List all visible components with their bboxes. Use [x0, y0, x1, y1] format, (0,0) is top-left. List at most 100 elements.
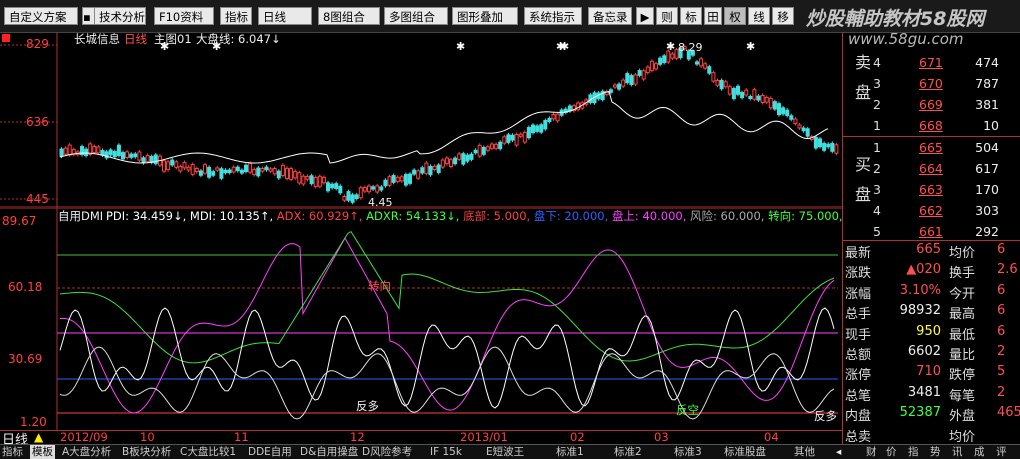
candle [641, 70, 646, 80]
date-label: 2012/09 [60, 430, 108, 444]
toolbar-button-period[interactable]: 日线 [258, 7, 312, 25]
tab-other[interactable]: 其他 [794, 445, 815, 459]
side-tab-news[interactable]: 讯 [952, 445, 963, 459]
sell-row-2[interactable]: 2 669 381 [843, 94, 1020, 116]
tab-if[interactable]: IF 15k [430, 445, 462, 459]
tab-a[interactable]: A大盘分析 [62, 445, 111, 459]
candle [420, 167, 425, 174]
tab-dde[interactable]: DDE自用 [248, 445, 292, 459]
toolbar-button-yi[interactable]: 移 [772, 7, 794, 25]
tab-c[interactable]: C大盘比较1 [180, 445, 236, 459]
candle [239, 169, 244, 174]
candle [166, 161, 171, 171]
star-marker-icon: ✱ [560, 40, 569, 53]
sell-row-1[interactable]: 1 668 10 [843, 115, 1020, 137]
star-marker-icon: ✱ [666, 40, 675, 53]
side-tab-trend[interactable]: 势 [930, 445, 941, 459]
candle [768, 97, 773, 109]
tab-template[interactable]: 模板 [30, 445, 55, 459]
sell-orders: 卖盘 4 671 474 3 670 787 2 669 381 1 668 10 [843, 32, 1020, 137]
tab-d-risk[interactable]: D风险参考 [362, 445, 412, 459]
candle [141, 157, 146, 164]
tab-std-stock[interactable]: 标准股盘 [724, 445, 766, 459]
ind-y-label-2: 60.18 [8, 280, 43, 294]
price-chart-panel[interactable]: ✱ ✱ ✱ ✱ ✱ ✱ ✱ 829 636 445 长城信息 日线 主图01 大盘线: 6.… [0, 32, 842, 209]
sell-row-4[interactable]: 4 671 474 [843, 52, 1020, 74]
tab-std2[interactable]: 标准2 [614, 445, 642, 459]
candle [198, 170, 203, 176]
candle [711, 72, 716, 82]
sell-row-3[interactable]: 3 670 787 [843, 73, 1020, 95]
tab-b[interactable]: B板块分析 [122, 445, 171, 459]
toolbar-button-custom-scheme[interactable]: 自定义方案 [4, 7, 78, 25]
buy-row-3[interactable]: 3 663 170 [843, 179, 1020, 201]
candle [133, 153, 138, 158]
date-axis: 日线 ▲ 2012/09 10 11 12 2013/01 02 03 04 [0, 430, 842, 448]
candle [289, 168, 294, 180]
candle [613, 84, 617, 88]
play-icon[interactable]: ▶ [636, 7, 654, 25]
date-label: 04 [764, 430, 779, 444]
grid-icon[interactable]: 田 [704, 7, 722, 25]
candle [834, 144, 839, 154]
candle [375, 185, 380, 193]
toolbar-button-indicator[interactable]: 指标 [220, 7, 252, 25]
candle [260, 168, 265, 172]
toolbar-button-ze[interactable]: 则 [656, 7, 678, 25]
scroll-left-icon[interactable]: ◂ [836, 445, 841, 459]
indicator-panel[interactable]: 自用DMI PDI: 34.459↓, MDI: 10.135↑, ADX: 6… [0, 208, 843, 430]
candlestick-chart[interactable]: ✱ ✱ ✱ ✱✱ ✱ ✱ [0, 32, 842, 208]
candle [662, 55, 667, 64]
toolbar-button-quan[interactable]: 权 [724, 7, 746, 25]
candle [395, 176, 400, 182]
stock-name: 长城信息 [74, 32, 120, 46]
toolbar-button-f10[interactable]: F10资料 [154, 7, 214, 25]
candle [752, 89, 757, 100]
toolbar-button-system-indicator[interactable]: 系统指示 [524, 7, 582, 25]
price-y-label-mid: 636 [26, 115, 49, 129]
candle [383, 179, 388, 187]
candle [813, 136, 818, 149]
toolbar-button-multi-chart[interactable]: 多图组合 [384, 7, 448, 25]
candle [362, 187, 367, 192]
toolbar-button-overlay[interactable]: 图形叠加 [452, 7, 518, 25]
toolbar-button-8-chart[interactable]: 8图组合 [318, 7, 380, 25]
candle [715, 80, 720, 86]
candle [330, 183, 335, 189]
buy-row-2[interactable]: 2 664 617 [843, 158, 1020, 180]
side-tab-review[interactable]: 评 [996, 445, 1007, 459]
side-tab-finance[interactable]: 财 [866, 445, 877, 459]
side-tab-price[interactable]: 价 [886, 445, 897, 459]
stat-row: 总笔 3481 每笔 2 [845, 384, 1006, 404]
tab-indicator[interactable]: 指标 [2, 445, 23, 459]
candle [252, 169, 257, 176]
tab-d-op[interactable]: D&自用操盘 [300, 445, 358, 459]
side-tab-index[interactable]: 指 [908, 445, 919, 459]
tab-std1[interactable]: 标准1 [556, 445, 584, 459]
indicator-param: 盘上: 40.000, [611, 209, 691, 223]
buy-row-4[interactable]: 4 662 303 [843, 200, 1020, 222]
indicator-params: PDI: 34.459↓, MDI: 10.135↑, ADX: 60.929↑… [106, 208, 843, 224]
side-tab-volume[interactable]: 成 [974, 445, 985, 459]
toolbar-button-xian[interactable]: 线 [748, 7, 770, 25]
buy-row-1[interactable]: 1 665 504 [843, 137, 1020, 159]
candle [805, 128, 810, 137]
tab-e[interactable]: E短波王 [486, 445, 524, 459]
candle [293, 170, 298, 179]
dmi-chart[interactable] [0, 208, 842, 430]
candle [731, 88, 736, 100]
tab-std3[interactable]: 标准3 [674, 445, 702, 459]
quote-panel: 卖盘 4 671 474 3 670 787 2 669 381 1 668 10 买盘 1 66… [842, 32, 1020, 445]
indicator-param: 底部: 5.000, [463, 209, 534, 223]
toolbar-button-tech-analysis[interactable]: 技术分析 [94, 7, 146, 25]
candle [461, 153, 466, 165]
toolbar-button-biao[interactable]: 标 [680, 7, 702, 25]
triangle-icon[interactable]: ▲ [34, 430, 43, 444]
indicator-name: 自用DMI [58, 209, 104, 223]
candle [658, 57, 663, 65]
candle [108, 149, 113, 156]
indicator-param: 风险: 60.000, [690, 209, 769, 223]
candle [321, 176, 326, 184]
toolbar-button-memo[interactable]: 备忘录 [588, 7, 632, 25]
candle [477, 144, 482, 157]
